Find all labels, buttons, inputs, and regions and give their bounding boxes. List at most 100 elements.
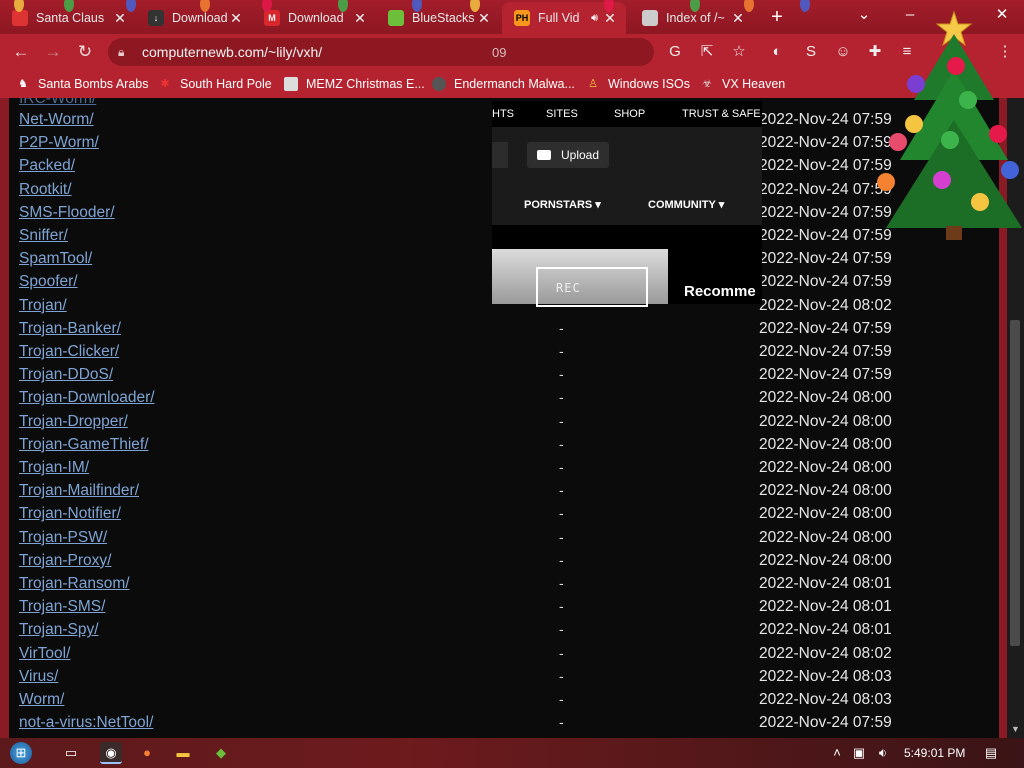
bluestacks-taskbar-icon[interactable]: ◆	[210, 742, 232, 764]
christmas-tree-decoration	[877, 10, 1022, 240]
close-icon[interactable]: ✕	[112, 10, 128, 27]
volume-icon[interactable]: 🔉︎	[872, 742, 894, 764]
table-row: Trojan-Notifier/ - 2022-Nov-24 08:00	[9, 504, 999, 527]
bookmark-windows-isos[interactable]: ♙ Windows ISOs	[586, 75, 690, 93]
date-cell: 2022-Nov-24 07:59	[759, 366, 892, 384]
directory-link[interactable]: Trojan-SMS/	[19, 598, 105, 616]
network-icon[interactable]: ▣	[848, 742, 870, 764]
close-icon[interactable]: ✕	[602, 10, 618, 27]
overlay-nav-link[interactable]: HTS	[492, 108, 514, 120]
bookmark-south-hard-pole[interactable]: ✱ South Hard Pole	[158, 75, 271, 93]
directory-link[interactable]: Spoofer/	[19, 273, 78, 291]
bookmark-star-icon[interactable]: ☆	[728, 41, 750, 63]
speaker-icon[interactable]: 🔊︎	[591, 12, 598, 25]
directory-link[interactable]: Trojan-PSW/	[19, 529, 107, 547]
directory-link[interactable]: Rootkit/	[19, 181, 72, 199]
directory-link[interactable]: VirTool/	[19, 645, 70, 663]
url-text[interactable]: computernewb.com/~lily/vxh/	[142, 44, 322, 60]
floating-video-window[interactable]: HTS SITES SHOP TRUST & SAFE Upload PORNS…	[492, 101, 762, 307]
directory-link[interactable]: P2P-Worm/	[19, 134, 99, 152]
date-cell: 2022-Nov-24 07:59	[759, 111, 892, 128]
video-camera-icon	[537, 150, 551, 160]
bookmark-santa-bombs-arabs[interactable]: ♞ Santa Bombs Arabs	[16, 75, 148, 93]
directory-link[interactable]: Net-Worm/	[19, 111, 94, 129]
directory-link[interactable]: Trojan-Dropper/	[19, 413, 128, 431]
notifications-icon[interactable]: ▤	[980, 742, 1002, 764]
date-cell: 2022-Nov-24 08:00	[759, 528, 892, 546]
directory-link[interactable]: Trojan-DDoS/	[19, 366, 113, 384]
bookmark-endermanch-malware[interactable]: Endermanch Malwa...	[432, 75, 575, 93]
directory-link[interactable]: Trojan-Downloader/	[19, 389, 155, 407]
tab-strip: Santa Claus ✕ ↓ Downloads ✕ M Download ✕…	[0, 0, 1024, 34]
directory-link[interactable]: SMS-Flooder/	[19, 204, 115, 222]
file-explorer-icon[interactable]: ▬	[172, 742, 194, 764]
directory-link[interactable]: Trojan-Mailfinder/	[19, 482, 139, 500]
directory-link[interactable]: Trojan-IM/	[19, 459, 89, 477]
directory-link[interactable]: Trojan-Spy/	[19, 621, 99, 639]
show-hidden-icons-chevron[interactable]: ˄	[826, 742, 848, 764]
google-icon[interactable]: G	[664, 41, 686, 63]
directory-link[interactable]: Trojan/	[19, 297, 67, 315]
close-icon[interactable]: ✕	[352, 10, 368, 27]
community-menu[interactable]: COMMUNITY ▾	[648, 198, 724, 211]
task-view-icon[interactable]: ▭	[60, 742, 82, 764]
bookmark-label: MEMZ Christmas E...	[306, 77, 425, 91]
bookmark-memz-christmas[interactable]: MEMZ Christmas E...	[284, 75, 425, 93]
chrome-taskbar-icon[interactable]: ◉	[100, 742, 122, 764]
tab-search-chevron-icon[interactable]: ⌄	[850, 4, 878, 28]
size-cell: -	[559, 714, 564, 731]
date-cell: 2022-Nov-24 08:01	[759, 598, 892, 616]
profile-extension-icon[interactable]: ☺	[832, 41, 854, 63]
date-cell: 2022-Nov-24 07:59	[759, 157, 892, 175]
scroll-down-arrow[interactable]: ▼	[1011, 724, 1020, 734]
firefox-taskbar-icon[interactable]: ●	[136, 742, 158, 764]
directory-link[interactable]: not-a-virus:NetTool/	[19, 714, 153, 732]
snowflake-icon: ✱	[160, 78, 170, 90]
close-icon[interactable]: ✕	[228, 10, 244, 27]
extension-s-icon[interactable]: S	[800, 41, 822, 63]
overlay-nav-link[interactable]: TRUST & SAFE	[682, 108, 761, 120]
bookmark-vx-heaven[interactable]: ☣ VX Heaven	[700, 75, 785, 93]
new-tab-button[interactable]: +	[766, 6, 788, 28]
directory-link[interactable]: Trojan-GameThief/	[19, 436, 149, 454]
table-row: not-a-virus:NetTool/ - 2022-Nov-24 07:59	[9, 713, 999, 736]
forward-button[interactable]: →	[42, 41, 64, 63]
lock-icon[interactable]: 🔒︎	[118, 45, 132, 60]
directory-link[interactable]: Worm/	[19, 691, 64, 709]
directory-link[interactable]: Packed/	[19, 157, 75, 175]
overlay-nav-link[interactable]: SHOP	[614, 108, 645, 120]
bookmark-label: Windows ISOs	[608, 77, 690, 91]
table-row: Trojan-Proxy/ - 2022-Nov-24 08:00	[9, 551, 999, 574]
overlay-search-box[interactable]	[492, 142, 508, 168]
upload-button[interactable]: Upload	[527, 142, 609, 168]
tab-bluestacks[interactable]: BlueStacks ✕	[376, 4, 500, 32]
start-button[interactable]: ⊞	[10, 742, 32, 764]
reload-button[interactable]: ↻	[74, 41, 96, 63]
table-row: Worm/ - 2022-Nov-24 08:03	[9, 690, 999, 713]
table-row: Trojan-PSW/ - 2022-Nov-24 08:00	[9, 528, 999, 551]
close-icon[interactable]: ✕	[730, 10, 746, 27]
date-cell: 2022-Nov-24 07:59	[759, 203, 892, 221]
directory-link[interactable]: Trojan-Proxy/	[19, 552, 111, 570]
table-row: Trojan-Dropper/ - 2022-Nov-24 08:00	[9, 412, 999, 435]
directory-link[interactable]: Sniffer/	[19, 227, 68, 245]
directory-link[interactable]: Trojan-Clicker/	[19, 343, 119, 361]
tab-downloads[interactable]: ↓ Downloads ✕	[136, 4, 252, 32]
overlay-nav-link[interactable]: SITES	[546, 108, 578, 120]
directory-link[interactable]: Trojan-Ransom/	[19, 575, 130, 593]
directory-link[interactable]: SpamTool/	[19, 250, 92, 268]
video-thumbnail[interactable]: REC	[492, 249, 668, 307]
address-bar[interactable]: 🔒︎ computernewb.com/~lily/vxh/ 09	[108, 38, 654, 66]
close-icon[interactable]: ✕	[476, 10, 492, 27]
directory-link[interactable]: Trojan-Notifier/	[19, 505, 121, 523]
extension-flag-icon[interactable]: ◐	[766, 41, 788, 63]
directory-link[interactable]: Virus/	[19, 668, 58, 686]
pornstars-menu[interactable]: PORNSTARS ▾	[524, 198, 601, 211]
directory-link[interactable]: Trojan-Banker/	[19, 320, 121, 338]
partial-row-link[interactable]: IRC-Worm/	[19, 98, 96, 108]
share-icon[interactable]: ⇱	[696, 41, 718, 63]
overlay-nav: HTS SITES SHOP TRUST & SAFE	[492, 101, 762, 127]
clock[interactable]: 5:49:01 PM	[904, 746, 965, 760]
scrollbar-thumb[interactable]	[1010, 320, 1020, 646]
back-button[interactable]: ←	[10, 41, 32, 63]
